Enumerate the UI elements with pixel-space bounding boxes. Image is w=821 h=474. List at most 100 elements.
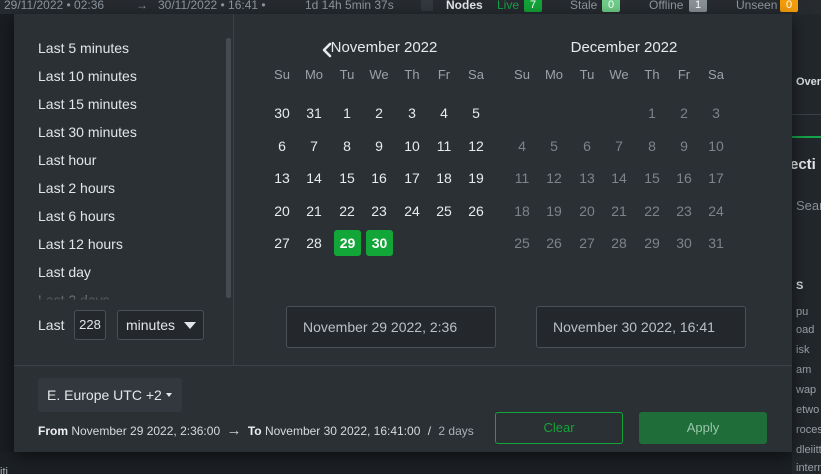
- calendar-day[interactable]: 9: [668, 133, 700, 159]
- custom-last-value-input[interactable]: 228: [74, 310, 106, 340]
- quick-range-item[interactable]: Last 6 hours: [14, 202, 226, 230]
- offline-count-badge[interactable]: 1: [689, 0, 708, 12]
- metric-disk[interactable]: isk: [796, 344, 809, 356]
- calendar-day[interactable]: 25: [506, 230, 538, 256]
- quick-range-item[interactable]: Last day: [14, 258, 226, 286]
- calendar-day[interactable]: 4: [428, 100, 460, 126]
- calendar-day[interactable]: 23: [668, 198, 700, 224]
- overview-tab[interactable]: Over: [796, 76, 821, 88]
- calendar-day[interactable]: 5: [460, 100, 492, 126]
- calendar-day-selected[interactable]: 30: [366, 230, 393, 256]
- calendar-day[interactable]: 28: [603, 230, 635, 256]
- calendar-day[interactable]: 6: [266, 133, 298, 159]
- calendar-day[interactable]: 31: [298, 100, 330, 126]
- live-count-badge[interactable]: 7: [524, 0, 543, 12]
- metric-load[interactable]: oad: [796, 324, 814, 336]
- unseen-label[interactable]: Unseen: [736, 0, 777, 12]
- calendar-day[interactable]: 19: [538, 198, 570, 224]
- calendar-day[interactable]: 29: [636, 230, 668, 256]
- start-date-input[interactable]: November 29 2022, 2:36: [286, 306, 496, 348]
- calendar-day[interactable]: 1: [331, 100, 363, 126]
- calendar-day[interactable]: 26: [538, 230, 570, 256]
- calendar-day[interactable]: 7: [603, 133, 635, 159]
- calendar-day[interactable]: 6: [571, 133, 603, 159]
- calendar-day[interactable]: 4: [506, 133, 538, 159]
- calendar-day[interactable]: 3: [396, 100, 428, 126]
- quick-range-item[interactable]: Last hour: [14, 146, 226, 174]
- calendar-day[interactable]: 21: [603, 198, 635, 224]
- metric-network[interactable]: etwo: [796, 404, 819, 416]
- calendar-day[interactable]: 13: [266, 165, 298, 191]
- calendar-day[interactable]: 18: [506, 198, 538, 224]
- calendar-day-selected[interactable]: 29: [334, 230, 361, 256]
- calendar-day[interactable]: 20: [571, 198, 603, 224]
- calendar-day[interactable]: 8: [331, 133, 363, 159]
- calendar-day[interactable]: 27: [266, 230, 298, 256]
- calendar-day[interactable]: 26: [460, 198, 492, 224]
- calendar-day[interactable]: 19: [460, 165, 492, 191]
- quick-range-item[interactable]: Last 15 minutes: [14, 90, 226, 118]
- stale-label[interactable]: Stale: [570, 0, 597, 12]
- quick-range-item[interactable]: Last 2 hours: [14, 174, 226, 202]
- metric-cpu[interactable]: pu: [796, 306, 808, 318]
- calendar-day[interactable]: 21: [298, 198, 330, 224]
- search-placeholder[interactable]: Sear: [796, 198, 821, 213]
- quick-range-item[interactable]: Last 5 minutes: [14, 34, 226, 62]
- calendar-day[interactable]: 14: [298, 165, 330, 191]
- quick-range-item[interactable]: Last 30 minutes: [14, 118, 226, 146]
- stale-count-badge[interactable]: 0: [602, 0, 621, 12]
- calendar-day[interactable]: 28: [298, 230, 330, 256]
- range-from-text[interactable]: 29/11/2022 • 02:36: [4, 0, 104, 12]
- quick-range-item[interactable]: Last 10 minutes: [14, 62, 226, 90]
- end-date-input[interactable]: November 30 2022, 16:41: [536, 306, 746, 348]
- calendar-day[interactable]: 15: [636, 165, 668, 191]
- offline-label[interactable]: Offline: [649, 0, 683, 12]
- calendar-day[interactable]: 11: [428, 133, 460, 159]
- calendar-day[interactable]: 24: [396, 198, 428, 224]
- clear-button[interactable]: Clear: [495, 412, 623, 444]
- metric-interrupts[interactable]: intern: [796, 462, 821, 474]
- calendar-day[interactable]: 30: [668, 230, 700, 256]
- calendar-day[interactable]: 9: [363, 133, 395, 159]
- quick-ranges-scrollbar[interactable]: [226, 38, 231, 298]
- timezone-select[interactable]: E. Europe UTC +2: [38, 378, 182, 412]
- live-label[interactable]: Live: [497, 0, 519, 12]
- calendar-day[interactable]: 25: [428, 198, 460, 224]
- metric-processes[interactable]: roces: [796, 424, 821, 436]
- calendar-day[interactable]: 17: [396, 165, 428, 191]
- quick-range-item[interactable]: Last 12 hours: [14, 230, 226, 258]
- calendar-day[interactable]: 23: [363, 198, 395, 224]
- calendar-day[interactable]: 8: [636, 133, 668, 159]
- calendar-day[interactable]: 22: [331, 198, 363, 224]
- quick-ranges-list[interactable]: Last 5 minutes Last 10 minutes Last 15 min…: [14, 34, 226, 300]
- calendar-day[interactable]: 16: [668, 165, 700, 191]
- calendar-day[interactable]: 14: [603, 165, 635, 191]
- apply-button[interactable]: Apply: [639, 412, 767, 444]
- custom-last-unit-select[interactable]: minutes: [117, 310, 204, 340]
- metric-ram[interactable]: am: [796, 364, 811, 376]
- calendar-day[interactable]: 30: [266, 100, 298, 126]
- calendar-day[interactable]: 17: [700, 165, 732, 191]
- calendar-day[interactable]: 15: [331, 165, 363, 191]
- calendar-day[interactable]: 10: [700, 133, 732, 159]
- calendar-day[interactable]: 27: [571, 230, 603, 256]
- calendar-day[interactable]: 3: [700, 100, 732, 126]
- calendar-day[interactable]: 10: [396, 133, 428, 159]
- calendar-day[interactable]: 5: [538, 133, 570, 159]
- calendar-day[interactable]: 2: [363, 100, 395, 126]
- range-to-text[interactable]: 30/11/2022 • 16:41 •: [158, 0, 266, 12]
- calendar-day[interactable]: 7: [298, 133, 330, 159]
- calendar-day[interactable]: 22: [636, 198, 668, 224]
- calendar-day[interactable]: 12: [460, 133, 492, 159]
- calendar-day[interactable]: 12: [538, 165, 570, 191]
- unseen-count-badge[interactable]: 0: [780, 0, 799, 12]
- metric-swap[interactable]: wap: [796, 384, 816, 396]
- calendar-day[interactable]: 1: [636, 100, 668, 126]
- calendar-day[interactable]: 31: [700, 230, 732, 256]
- calendar-day[interactable]: 24: [700, 198, 732, 224]
- calendar-day[interactable]: 16: [363, 165, 395, 191]
- calendar-day[interactable]: 13: [571, 165, 603, 191]
- calendar-day[interactable]: 2: [668, 100, 700, 126]
- calendar-day[interactable]: 18: [428, 165, 460, 191]
- calendar-day[interactable]: 11: [506, 165, 538, 191]
